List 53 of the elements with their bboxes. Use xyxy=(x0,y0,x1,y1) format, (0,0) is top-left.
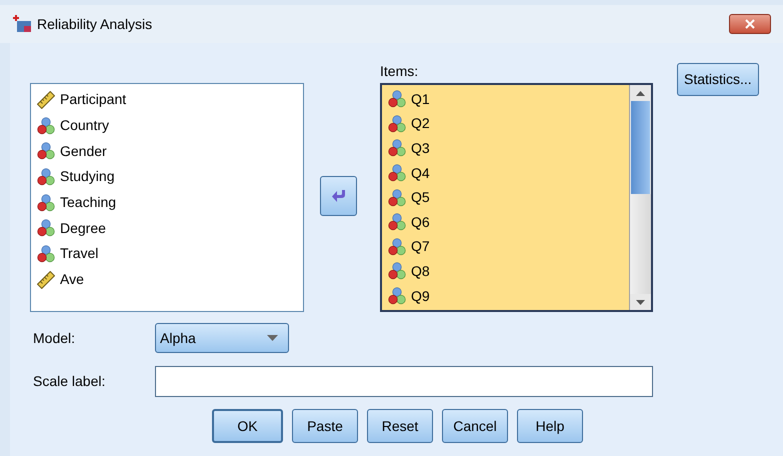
variable-item[interactable]: Ave xyxy=(37,266,303,292)
dialog-button[interactable]: OK xyxy=(212,409,283,443)
three-balls-icon xyxy=(37,142,55,160)
item-entry[interactable]: Q4 xyxy=(388,160,629,186)
dialog-button[interactable]: Cancel xyxy=(442,409,508,443)
three-balls-icon xyxy=(388,262,406,280)
item-entry[interactable]: Q1 xyxy=(388,87,629,112)
three-balls-icon xyxy=(37,244,55,263)
variable-item[interactable]: Gender xyxy=(37,138,303,164)
statistics-button[interactable]: Statistics... xyxy=(677,63,759,96)
table-icon xyxy=(12,15,32,33)
three-balls-icon xyxy=(388,188,406,207)
item-entry[interactable]: Q5 xyxy=(388,185,629,210)
three-balls-icon xyxy=(388,164,406,182)
close-icon xyxy=(745,19,755,29)
scale-label-label: Scale label: xyxy=(33,372,106,391)
dialog-button[interactable]: Paste xyxy=(292,409,358,443)
variable-item[interactable]: Travel xyxy=(37,241,303,267)
three-balls-icon xyxy=(37,116,55,135)
item-entry[interactable]: Q9 xyxy=(388,284,629,308)
three-balls-icon xyxy=(388,90,406,108)
three-balls-icon xyxy=(37,194,55,212)
three-balls-icon xyxy=(388,139,406,158)
items-label: Items: xyxy=(380,62,420,81)
model-dropdown[interactable]: Alpha xyxy=(155,323,289,353)
window-title: Reliability Analysis xyxy=(37,14,152,34)
three-balls-icon xyxy=(388,287,406,306)
variable-item[interactable]: Studying xyxy=(37,164,303,190)
dialog-button[interactable]: Help xyxy=(517,409,583,443)
variable-item[interactable]: Degree xyxy=(37,215,303,242)
variable-item[interactable]: Participant xyxy=(37,87,303,113)
variable-item[interactable]: Country xyxy=(37,112,303,138)
down-arrow-icon xyxy=(636,300,645,304)
item-entry[interactable]: Q7 xyxy=(388,234,629,260)
variable-item[interactable]: Teaching xyxy=(37,190,303,216)
move-button[interactable] xyxy=(320,176,357,216)
up-arrow-icon xyxy=(636,90,645,96)
dropdown-arrow-icon xyxy=(267,335,278,341)
close-button[interactable] xyxy=(729,14,771,34)
three-balls-icon xyxy=(388,238,406,256)
three-balls-icon xyxy=(388,213,406,232)
item-entry[interactable]: Q8 xyxy=(388,259,629,284)
scrollbar-thumb[interactable] xyxy=(631,101,650,194)
item-entry[interactable]: Q3 xyxy=(388,136,629,161)
scale-label-field[interactable] xyxy=(155,366,653,397)
three-balls-icon xyxy=(37,168,55,186)
item-entry[interactable]: Q2 xyxy=(388,112,629,136)
three-balls-icon xyxy=(388,114,406,133)
dialog-button[interactable]: Reset xyxy=(367,409,433,443)
model-label: Model: xyxy=(33,328,76,348)
arrow-icon xyxy=(330,189,346,203)
three-balls-icon xyxy=(37,219,55,238)
item-entry[interactable]: Q6 xyxy=(388,210,629,235)
